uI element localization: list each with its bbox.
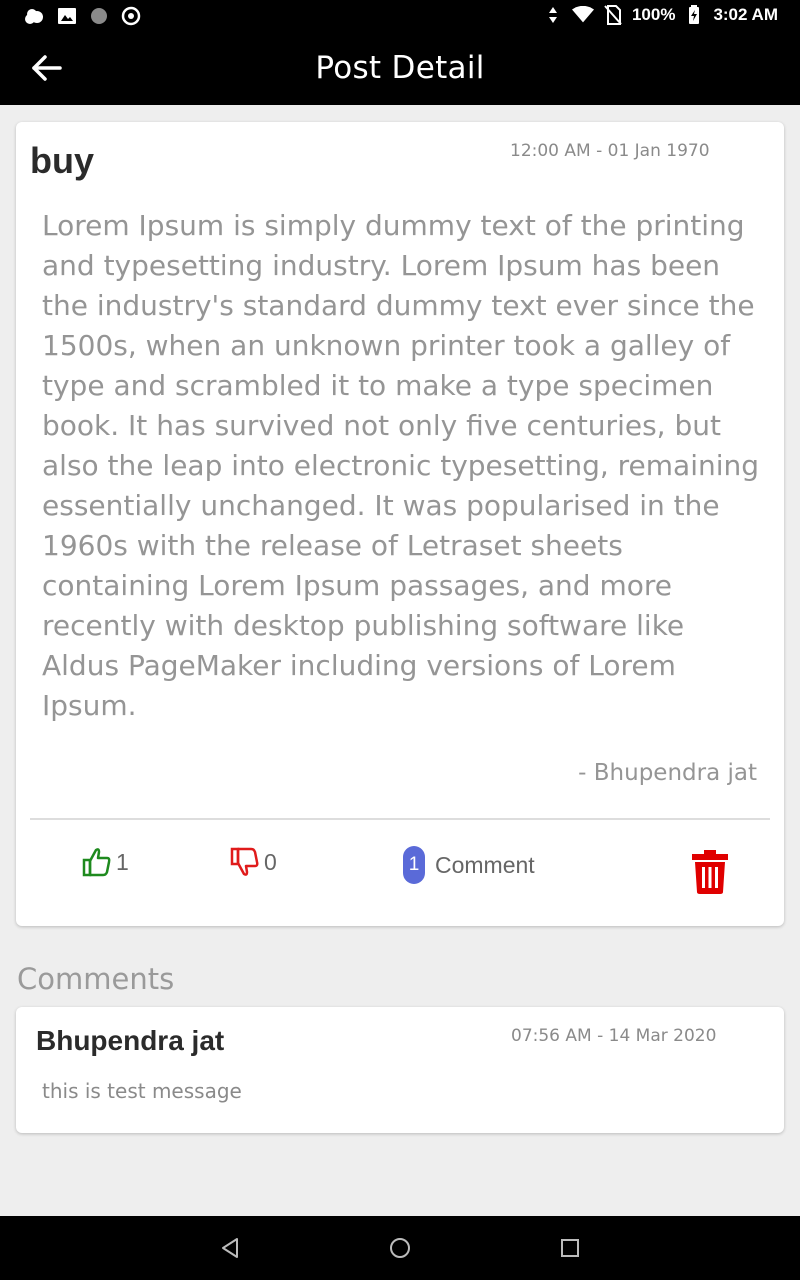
system-nav-bar — [0, 1216, 800, 1280]
weather-icon — [24, 5, 46, 27]
status-left-icons — [24, 5, 142, 27]
data-arrows-icon — [542, 4, 564, 26]
battery-icon — [683, 4, 705, 26]
recents-square-icon — [561, 1239, 579, 1257]
dislike-count: 0 — [264, 848, 277, 875]
delete-button[interactable] — [686, 846, 734, 898]
like-button[interactable]: 1 — [82, 846, 129, 878]
post-body: Lorem Ipsum is simply dummy text of the … — [42, 209, 760, 722]
comment-button[interactable]: 1 Comment — [403, 846, 535, 884]
comment-text: this is test message — [42, 1079, 242, 1103]
trash-icon — [692, 850, 728, 894]
image-icon — [56, 5, 78, 27]
post-title: buy — [30, 140, 95, 181]
page-title: Post Detail — [315, 50, 485, 86]
status-bar: 100% 3:02 AM — [0, 0, 800, 32]
comment-date: 07:56 AM - 14 Mar 2020 — [511, 1026, 717, 1046]
home-circle-icon — [390, 1238, 410, 1258]
comment-label: Comment — [435, 851, 535, 878]
comment-count-badge: 1 — [403, 846, 425, 884]
post-date: 12:00 AM - 01 Jan 1970 — [510, 141, 710, 161]
comments-heading: Comments — [17, 962, 175, 996]
comment-card: Bhupendra jat 07:56 AM - 14 Mar 2020 thi… — [16, 1007, 784, 1133]
battery-percent: 100% — [631, 5, 676, 24]
wifi-icon — [571, 4, 594, 26]
clock: 3:02 AM — [713, 5, 778, 24]
post-author: - Bhupendra jat — [578, 760, 757, 786]
thumbs-down-icon — [230, 847, 259, 876]
app-bar: Post Detail — [0, 32, 800, 105]
status-right-icons: 100% 3:02 AM — [542, 4, 778, 26]
like-count: 1 — [116, 848, 129, 875]
comment-author: Bhupendra jat — [36, 1025, 225, 1056]
dot-icon — [88, 5, 110, 27]
chrome-icon — [120, 5, 142, 27]
dislike-button[interactable]: 0 — [230, 846, 277, 878]
back-triangle-icon — [222, 1238, 238, 1258]
thumbs-up-icon — [82, 848, 111, 877]
divider — [30, 818, 770, 820]
nav-recents-button[interactable] — [554, 1232, 586, 1264]
nav-home-button[interactable] — [384, 1232, 416, 1264]
nav-back-button[interactable] — [214, 1232, 246, 1264]
no-sim-icon — [602, 4, 624, 26]
post-card: buy 12:00 AM - 01 Jan 1970 Lorem Ipsum i… — [16, 122, 784, 926]
